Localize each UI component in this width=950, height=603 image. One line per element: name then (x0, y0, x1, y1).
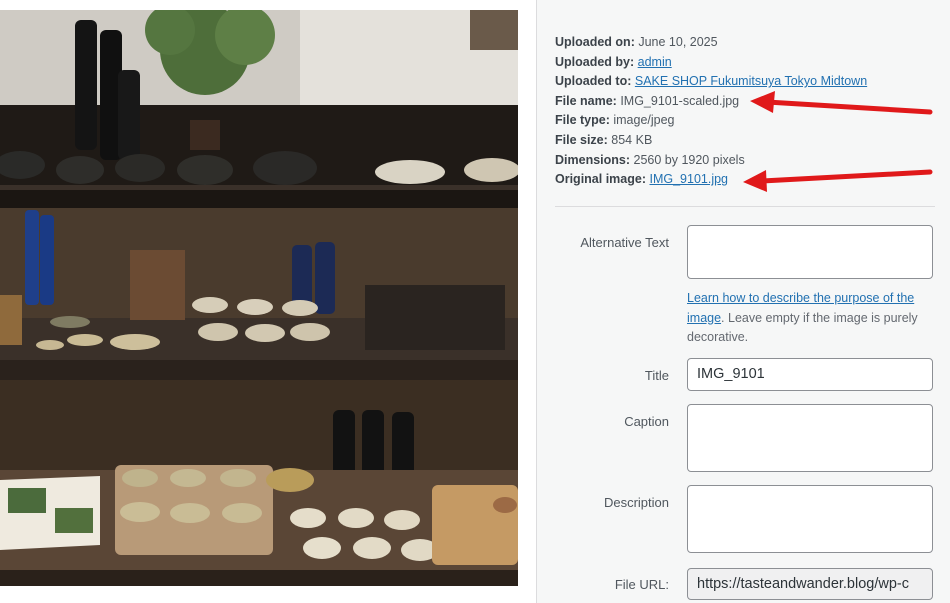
file-name-row: File name: IMG_9101-scaled.jpg (555, 92, 867, 112)
file-metadata: Uploaded on: June 10, 2025 Uploaded by: … (555, 33, 867, 190)
original-image-label: Original image: (555, 172, 646, 187)
file-url-input[interactable]: https://tasteandwander.blog/wp-c (687, 568, 933, 600)
alt-text-label: Alternative Text (580, 235, 669, 250)
file-url-value: https://tasteandwander.blog/wp-c (697, 576, 909, 592)
dimensions-value: 2560 by 1920 pixels (633, 152, 745, 167)
file-size-label: File size: (555, 132, 608, 147)
file-type-value: image/jpeg (613, 113, 675, 128)
file-type-row: File type: image/jpeg (555, 111, 867, 131)
dimensions-label: Dimensions: (555, 152, 631, 167)
uploaded-by-link[interactable]: admin (638, 55, 672, 69)
file-name-value: IMG_9101-scaled.jpg (620, 93, 740, 108)
uploaded-on-value: June 10, 2025 (638, 35, 718, 49)
alt-text-help: Learn how to describe the purpose of the… (687, 289, 937, 348)
uploaded-by-row: Uploaded by: admin (555, 53, 867, 73)
uploaded-to-row: Uploaded to: SAKE SHOP Fukumitsuya Tokyo… (555, 72, 867, 92)
alt-text-input[interactable] (687, 225, 933, 279)
title-input-value: IMG_9101 (697, 366, 765, 382)
attachment-image (0, 10, 518, 586)
alt-text-help-text: . Leave empty if the image is purely dec… (687, 310, 918, 345)
file-type-label: File type: (555, 113, 610, 128)
description-label: Description (603, 495, 669, 510)
title-label: Title (644, 368, 669, 383)
uploaded-on-row: Uploaded on: June 10, 2025 (555, 33, 867, 53)
caption-label: Caption (624, 414, 669, 429)
file-url-label: File URL: (614, 577, 669, 592)
original-image-link[interactable]: IMG_9101.jpg (649, 172, 728, 186)
caption-input[interactable] (687, 404, 933, 472)
attachment-details-pane: Uploaded on: June 10, 2025 Uploaded by: … (537, 0, 950, 603)
uploaded-by-label: Uploaded by: (555, 54, 635, 69)
uploaded-on-label: Uploaded on: (555, 35, 635, 49)
original-image-row: Original image: IMG_9101.jpg (555, 170, 867, 190)
metadata-separator (555, 206, 935, 207)
file-name-label: File name: (555, 93, 617, 108)
uploaded-to-label: Uploaded to: (555, 74, 632, 89)
file-size-row: File size: 854 KB (555, 131, 867, 151)
description-input[interactable] (687, 485, 933, 553)
title-input[interactable]: IMG_9101 (687, 358, 933, 391)
dimensions-row: Dimensions: 2560 by 1920 pixels (555, 151, 867, 171)
uploaded-to-link[interactable]: SAKE SHOP Fukumitsuya Tokyo Midtown (635, 74, 867, 88)
attachment-preview-pane (0, 0, 537, 603)
file-size-value: 854 KB (611, 132, 653, 147)
